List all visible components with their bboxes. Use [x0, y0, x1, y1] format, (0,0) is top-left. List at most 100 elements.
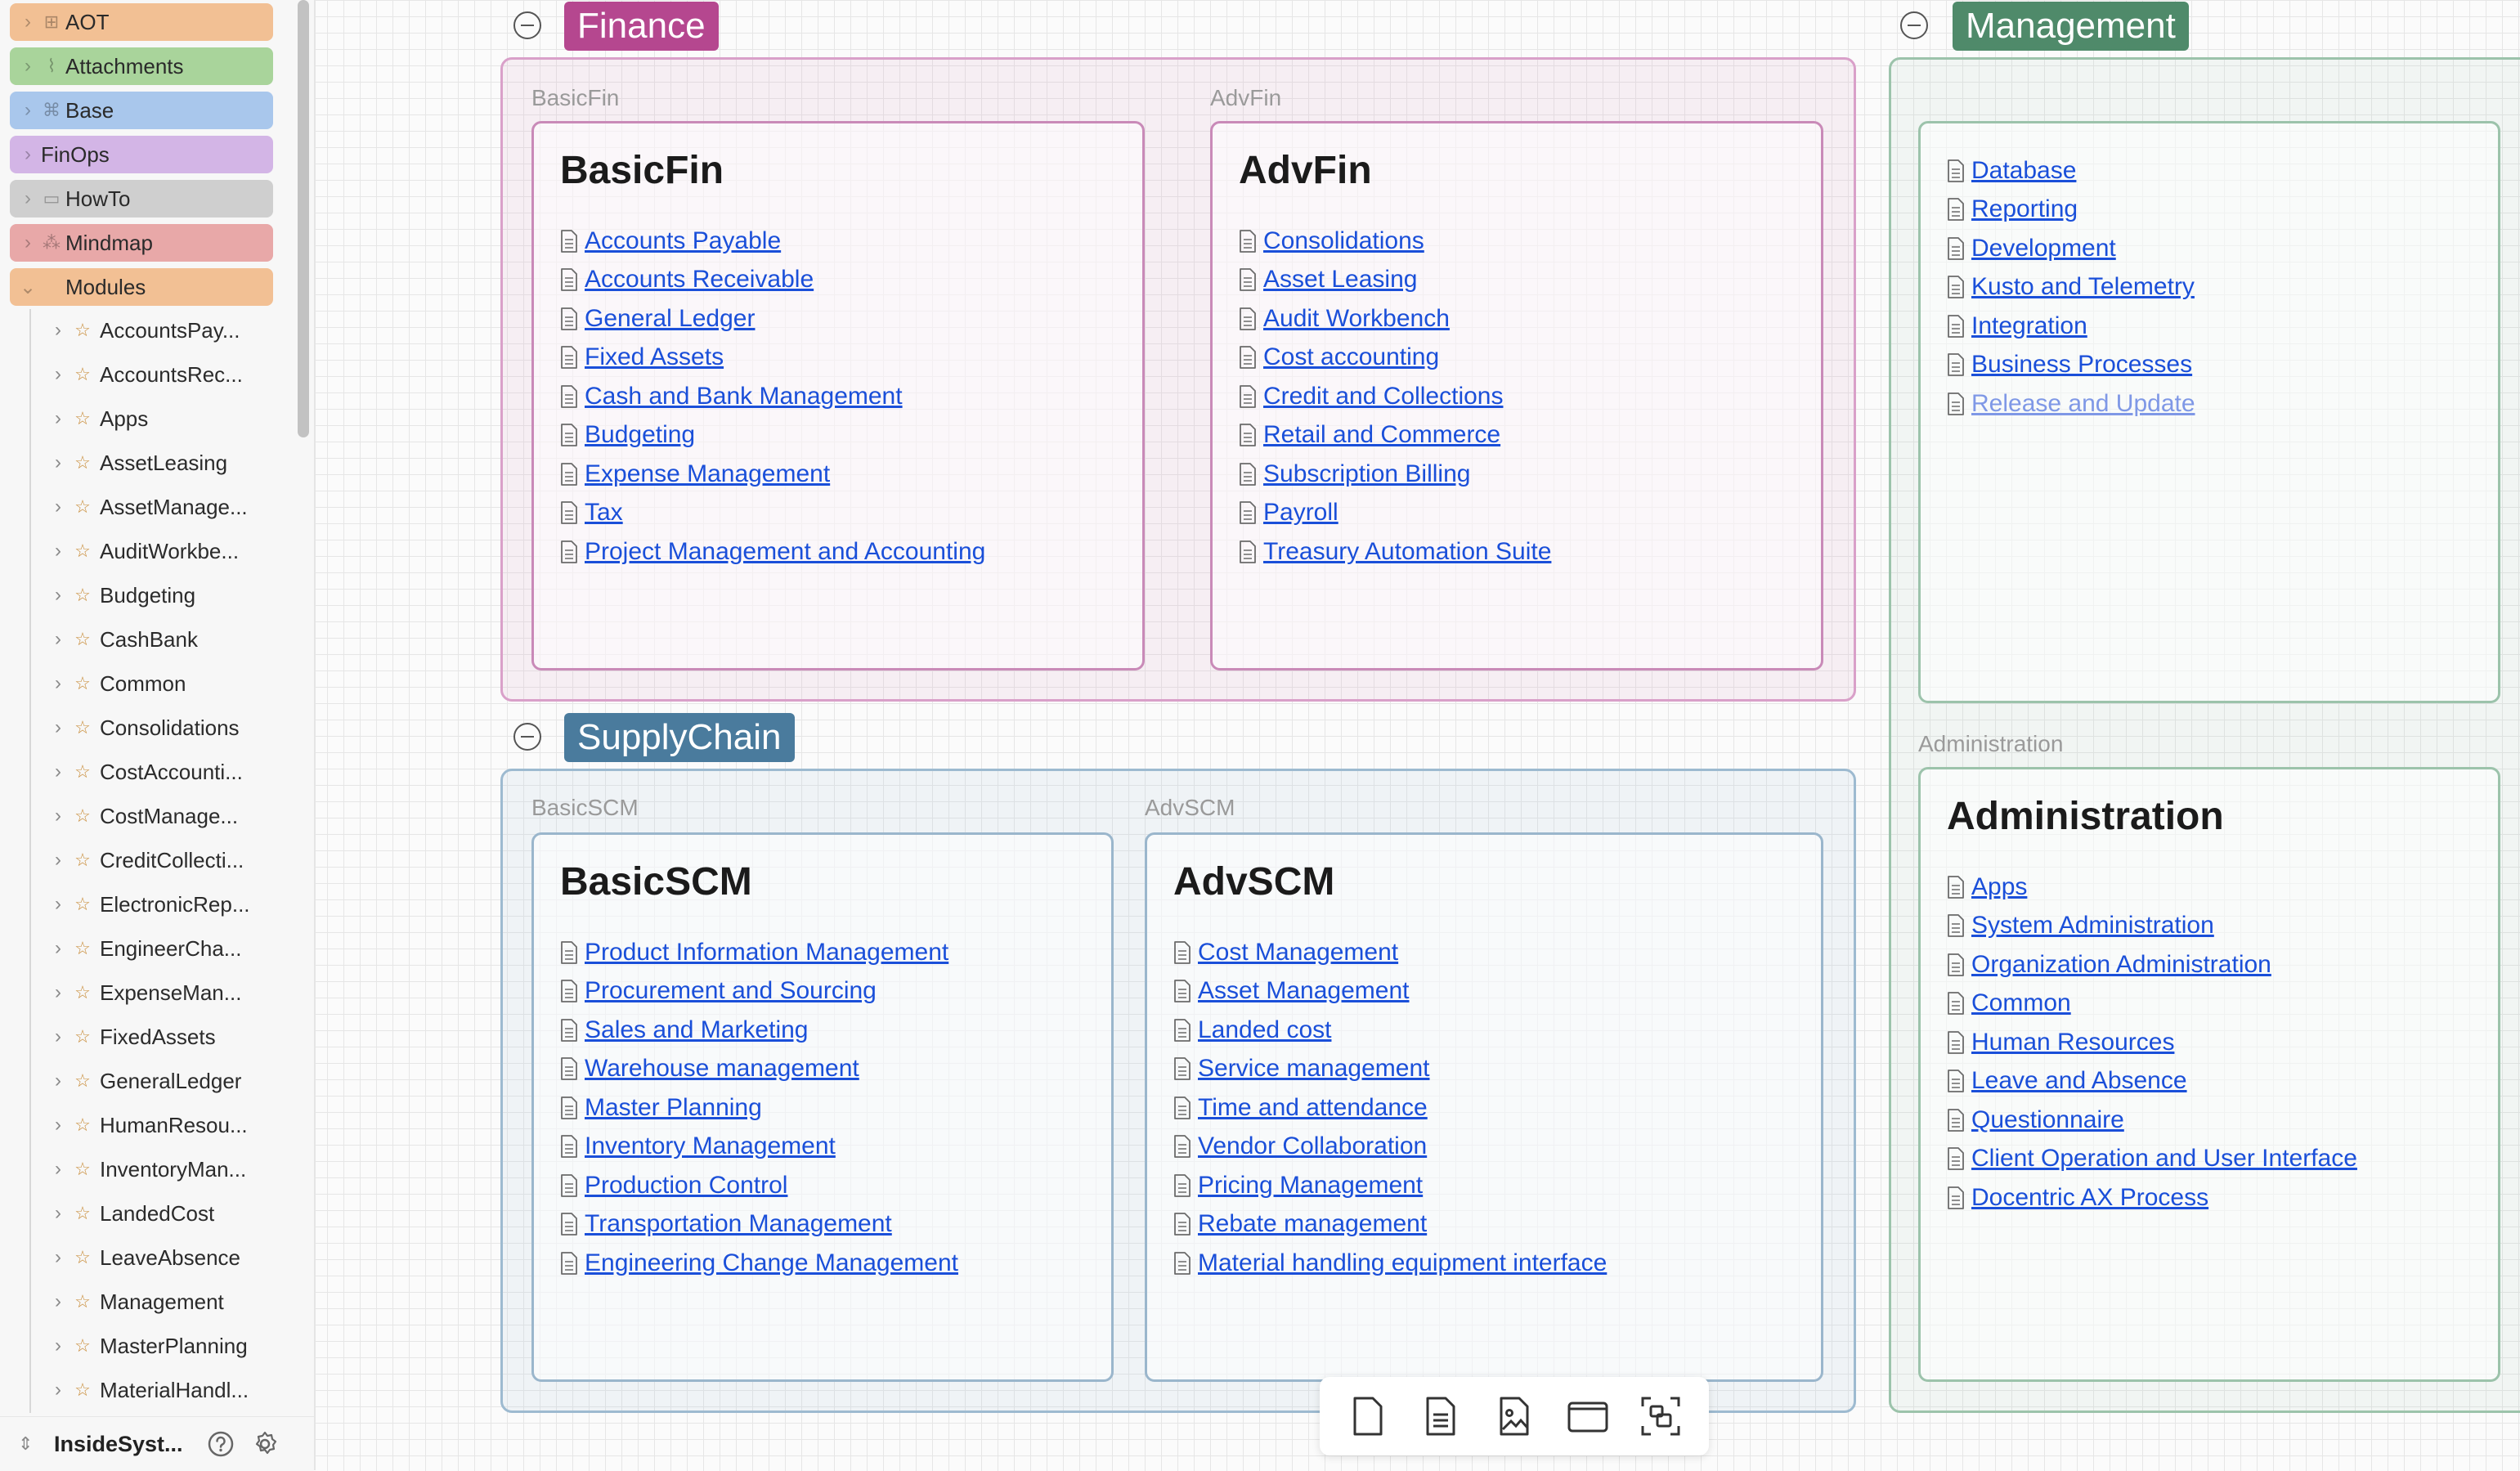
- note-link-item[interactable]: Material handling equipment interface: [1172, 1244, 1607, 1283]
- vault-name[interactable]: InsideSyst...: [54, 1432, 193, 1457]
- note-link[interactable]: Client Operation and User Interface: [1971, 1145, 2357, 1173]
- note-link[interactable]: Docentric AX Process: [1971, 1184, 2208, 1212]
- note-link-item[interactable]: Integration: [1945, 307, 2195, 346]
- note-link-item[interactable]: Docentric AX Process: [1945, 1178, 2357, 1218]
- note-link[interactable]: Project Management and Accounting: [585, 538, 985, 566]
- note-link-item[interactable]: Retail and Commerce: [1237, 416, 1551, 455]
- module-item[interactable]: › ☆ LeaveAbsence: [46, 1240, 283, 1276]
- note-link[interactable]: Material handling equipment interface: [1198, 1249, 1607, 1277]
- module-item[interactable]: › ☆ Common: [46, 666, 283, 702]
- note-link[interactable]: Development: [1971, 235, 2116, 262]
- chevron-right-icon[interactable]: ›: [46, 1246, 70, 1269]
- note-link-item[interactable]: Asset Leasing: [1237, 261, 1551, 300]
- module-item[interactable]: › ☆ CreditCollecti...: [46, 842, 283, 878]
- note-link-item[interactable]: Audit Workbench: [1237, 299, 1551, 339]
- module-item[interactable]: › ☆ AssetLeasing: [46, 445, 283, 481]
- module-item[interactable]: › ☆ AccountsRec...: [46, 357, 283, 392]
- sidebar-scrollbar[interactable]: [298, 0, 309, 437]
- note-link-item[interactable]: Leave and Absence: [1945, 1062, 2357, 1101]
- note-link-item[interactable]: Questionnaire: [1945, 1101, 2357, 1140]
- module-item[interactable]: › ☆ AuditWorkbe...: [46, 533, 283, 569]
- chevron-right-icon[interactable]: ›: [46, 716, 70, 739]
- note-link-item[interactable]: Expense Management: [558, 455, 985, 494]
- note-link[interactable]: Tax: [585, 499, 623, 527]
- folder-base[interactable]: › ⌘ Base: [10, 92, 273, 129]
- note-link[interactable]: Warehouse management: [585, 1055, 859, 1083]
- note-link[interactable]: Consolidations: [1263, 227, 1424, 255]
- note-link[interactable]: Product Information Management: [585, 939, 948, 966]
- folder-aot[interactable]: › ⊞ AOT: [10, 3, 273, 41]
- add-media-button[interactable]: [1490, 1392, 1539, 1441]
- chevron-right-icon[interactable]: ›: [46, 1290, 70, 1313]
- note-link-item[interactable]: Procurement and Sourcing: [558, 972, 958, 1011]
- chevron-right-icon[interactable]: ›: [46, 1334, 70, 1357]
- chevron-down-icon[interactable]: ⌄: [16, 276, 39, 299]
- settings-gear-icon[interactable]: [249, 1428, 281, 1460]
- note-link[interactable]: Master Planning: [585, 1094, 762, 1122]
- chevron-right-icon[interactable]: ›: [46, 407, 70, 430]
- card-basicfin[interactable]: BasicFin Accounts Payable Accounts Receiv…: [531, 121, 1145, 670]
- chevron-right-icon[interactable]: ›: [46, 1114, 70, 1137]
- module-item[interactable]: › ☆ GeneralLedger: [46, 1063, 283, 1099]
- chevron-right-icon[interactable]: ›: [46, 672, 70, 695]
- note-link[interactable]: Questionnaire: [1971, 1106, 2124, 1134]
- module-item[interactable]: › ☆ CashBank: [46, 621, 283, 657]
- note-link[interactable]: Time and attendance: [1198, 1094, 1428, 1122]
- chevron-right-icon[interactable]: ›: [16, 231, 39, 254]
- chevron-right-icon[interactable]: ›: [46, 540, 70, 563]
- chevron-right-icon[interactable]: ›: [46, 760, 70, 783]
- note-link[interactable]: Inventory Management: [585, 1132, 836, 1160]
- chevron-right-icon[interactable]: ›: [16, 11, 39, 34]
- note-link-item[interactable]: Transportation Management: [558, 1205, 958, 1245]
- note-link[interactable]: Business Processes: [1971, 351, 2192, 379]
- note-link[interactable]: Accounts Payable: [585, 227, 781, 255]
- note-link-item[interactable]: Master Planning: [558, 1088, 958, 1128]
- card-management[interactable]: Database Reporting Development Kusto and Te…: [1918, 121, 2500, 703]
- note-link-item[interactable]: General Ledger: [558, 299, 985, 339]
- card-basicscm[interactable]: BasicSCM Product Information Management P…: [531, 832, 1114, 1382]
- chevron-right-icon[interactable]: ›: [46, 1070, 70, 1092]
- note-link-item[interactable]: Common: [1945, 984, 2357, 1024]
- chevron-right-icon[interactable]: ›: [46, 1025, 70, 1048]
- note-link-item[interactable]: Accounts Payable: [558, 222, 985, 261]
- group-title-supplychain[interactable]: SupplyChain: [564, 713, 795, 762]
- note-link[interactable]: Subscription Billing: [1263, 460, 1470, 488]
- folder-mindmap[interactable]: › ⁂ Mindmap: [10, 224, 273, 262]
- note-link[interactable]: Cash and Bank Management: [585, 383, 903, 410]
- add-group-button[interactable]: [1563, 1392, 1612, 1441]
- zoom-to-fit-button[interactable]: [1636, 1392, 1685, 1441]
- note-link[interactable]: Common: [1971, 989, 2071, 1017]
- collapse-management-button[interactable]: [1900, 11, 1928, 39]
- note-link-item[interactable]: Treasury Automation Suite: [1237, 532, 1551, 572]
- note-link-item[interactable]: Credit and Collections: [1237, 377, 1551, 416]
- vault-switcher-icon[interactable]: ⇕: [18, 1433, 34, 1455]
- note-link-item[interactable]: Time and attendance: [1172, 1088, 1607, 1128]
- note-link-item[interactable]: Service management: [1172, 1050, 1607, 1089]
- chevron-right-icon[interactable]: ›: [16, 143, 39, 166]
- note-link-item[interactable]: Engineering Change Management: [558, 1244, 958, 1283]
- note-link-item[interactable]: System Administration: [1945, 907, 2357, 946]
- note-link[interactable]: Asset Leasing: [1263, 266, 1417, 294]
- chevron-right-icon[interactable]: ›: [46, 319, 70, 342]
- note-link[interactable]: Transportation Management: [585, 1210, 892, 1238]
- module-item[interactable]: › ☆ HumanResou...: [46, 1107, 283, 1143]
- note-link-item[interactable]: Production Control: [558, 1166, 958, 1205]
- note-link-item[interactable]: Organization Administration: [1945, 945, 2357, 984]
- chevron-right-icon[interactable]: ›: [46, 584, 70, 607]
- chevron-right-icon[interactable]: ›: [46, 893, 70, 916]
- note-link[interactable]: Kusto and Telemetry: [1971, 273, 2195, 301]
- note-link[interactable]: Procurement and Sourcing: [585, 977, 877, 1005]
- note-link-item[interactable]: Product Information Management: [558, 933, 958, 972]
- note-link-item[interactable]: Cash and Bank Management: [558, 377, 985, 416]
- note-link-item[interactable]: Inventory Management: [558, 1128, 958, 1167]
- chevron-right-icon[interactable]: ›: [46, 1379, 70, 1401]
- note-link-item[interactable]: Consolidations: [1237, 222, 1551, 261]
- module-item[interactable]: › ☆ EngineerCha...: [46, 931, 283, 966]
- module-item[interactable]: › ☆ FixedAssets: [46, 1019, 283, 1055]
- note-link[interactable]: Leave and Absence: [1971, 1067, 2187, 1095]
- module-item[interactable]: › ☆ Management: [46, 1284, 283, 1320]
- note-link[interactable]: Expense Management: [585, 460, 830, 488]
- note-link-item[interactable]: Rebate management: [1172, 1205, 1607, 1245]
- module-item[interactable]: › ☆ CostAccounti...: [46, 754, 283, 790]
- note-link-item[interactable]: Release and Update: [1945, 384, 2195, 424]
